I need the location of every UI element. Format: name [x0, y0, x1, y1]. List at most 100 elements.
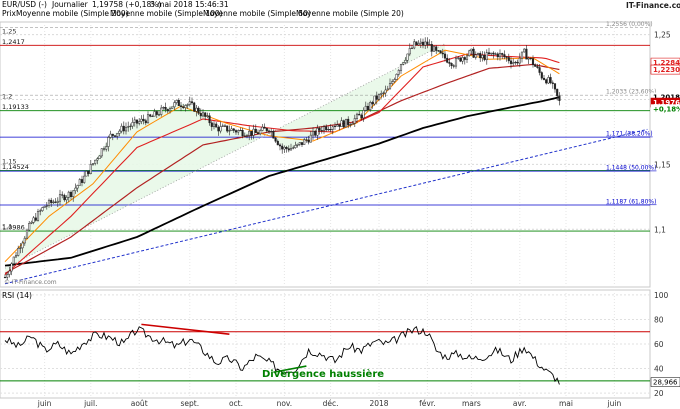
- candle-body: [89, 164, 92, 174]
- candle-body: [256, 132, 260, 135]
- x-tick-label: avr.: [513, 399, 527, 408]
- candle-body: [65, 197, 68, 201]
- candle-body: [479, 53, 482, 59]
- candle-body: [468, 50, 471, 57]
- candle-body: [366, 105, 370, 111]
- candle-body: [241, 129, 244, 137]
- candle-body: [457, 57, 460, 59]
- candle-body: [201, 112, 205, 117]
- candle-body: [182, 106, 185, 108]
- chart-svg: EUR/USD (-) Journalier 1,19758 (+0,18%) …: [0, 0, 680, 408]
- candle-body: [333, 125, 337, 128]
- level-label: 1,19133: [2, 103, 29, 111]
- candle-body: [529, 57, 532, 60]
- candle-body: [426, 41, 429, 45]
- candle-body: [265, 128, 268, 132]
- candle-body: [340, 120, 343, 127]
- candle-body: [39, 210, 42, 212]
- candle-body: [113, 135, 117, 137]
- candle-body: [360, 114, 363, 119]
- header-datetime: 3 mai 2018 15:46:31: [150, 0, 229, 9]
- candle-body: [435, 46, 438, 51]
- candle-body: [309, 134, 312, 143]
- price-layer: 1,24171,191331,145241,09861,2556 (0,00%)…: [0, 21, 656, 285]
- candle-body: [129, 125, 132, 127]
- candle-body: [289, 147, 293, 151]
- candle-body: [120, 125, 123, 132]
- candle-body: [162, 107, 165, 109]
- candle-body: [509, 60, 513, 64]
- candle-body: [364, 105, 367, 111]
- candle-body: [157, 114, 161, 116]
- candle-body: [17, 247, 20, 256]
- x-tick-label: oct.: [229, 399, 243, 408]
- candle-body: [507, 57, 510, 62]
- candle-body: [149, 114, 152, 117]
- rsi-y-tick-label: 100: [654, 291, 669, 300]
- candle-body: [58, 194, 62, 202]
- candle-body: [50, 199, 53, 203]
- price-grid: [0, 22, 650, 287]
- candle-body: [195, 107, 198, 112]
- candle-body: [523, 48, 526, 53]
- candle-body: [177, 100, 180, 106]
- candle-body: [470, 48, 473, 52]
- candle-body: [30, 222, 33, 224]
- candle-body: [254, 128, 257, 133]
- candle-body: [226, 125, 229, 132]
- candle-body: [448, 62, 451, 64]
- candle-body: [404, 59, 407, 63]
- y-tick-label-left: 1,1: [2, 222, 12, 230]
- candle-body: [14, 255, 18, 258]
- candle-body: [415, 41, 418, 46]
- candle-body: [344, 118, 348, 128]
- candle-body: [487, 52, 491, 55]
- candle-body: [56, 200, 59, 203]
- candle-body: [371, 102, 374, 105]
- candle-body: [393, 79, 396, 82]
- x-tick-label: juin: [607, 399, 622, 408]
- candle-body: [166, 109, 169, 112]
- candle-body: [96, 158, 99, 161]
- candle-body: [263, 126, 266, 129]
- candle-body: [520, 51, 524, 59]
- candle-body: [63, 195, 66, 201]
- candle-body: [160, 107, 163, 115]
- candle-body: [518, 57, 521, 64]
- candle-body: [314, 131, 317, 136]
- candle-body: [318, 128, 321, 131]
- candle-body: [118, 130, 121, 134]
- candle-body: [43, 206, 46, 208]
- candle-body: [406, 53, 409, 61]
- candle-body: [28, 223, 31, 231]
- candle-body: [261, 126, 264, 131]
- candle-body: [6, 274, 9, 278]
- x-tick-label: mai: [559, 399, 573, 408]
- candle-body: [439, 50, 442, 54]
- candle-body: [52, 201, 55, 203]
- candle-body: [531, 58, 535, 66]
- candle-body: [410, 47, 414, 49]
- candle-body: [402, 62, 405, 65]
- candle-body: [505, 56, 508, 58]
- candle-body: [155, 111, 158, 115]
- candle-body: [78, 179, 81, 186]
- candle-body: [34, 217, 37, 221]
- y-tick-label-left: 1,2: [2, 92, 12, 100]
- candle-body: [494, 53, 497, 55]
- x-tick-label: nov.: [277, 399, 293, 408]
- candle-body: [131, 122, 134, 127]
- candle-body: [540, 72, 543, 79]
- candle-body: [87, 171, 90, 174]
- candle-body: [10, 263, 13, 272]
- candle-body: [3, 277, 7, 279]
- candle-body: [307, 139, 310, 143]
- candle-body: [432, 46, 436, 52]
- candle-body: [492, 52, 495, 55]
- candle-body: [127, 126, 130, 128]
- candle-body: [399, 64, 403, 71]
- candle-body: [250, 130, 253, 136]
- candle-body: [116, 133, 119, 137]
- candle-body: [481, 54, 484, 59]
- candle-body: [391, 81, 394, 84]
